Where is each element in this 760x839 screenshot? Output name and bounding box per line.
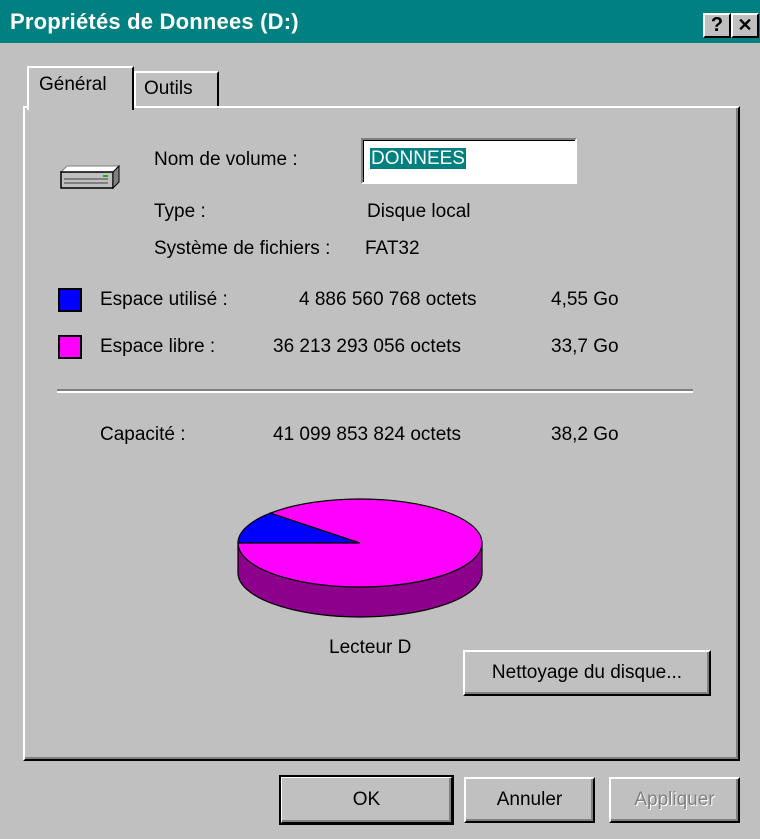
ok-label: OK (352, 789, 381, 810)
file-system-label: Système de fichiers : (154, 238, 331, 259)
tab-general[interactable]: Général (27, 66, 134, 110)
title-bar[interactable]: Propriétés de Donnees (D:) ? ✕ (0, 0, 760, 43)
hard-drive-icon (59, 164, 121, 190)
apply-button[interactable]: Appliquer (609, 777, 740, 823)
volume-name-input[interactable]: DONNEES (361, 138, 577, 184)
cancel-button[interactable]: Annuler (464, 777, 595, 823)
drive-label: Lecteur D (329, 637, 412, 658)
close-button[interactable]: ✕ (731, 13, 759, 38)
tab-joint (29, 105, 132, 109)
used-space-size: 4,55 Go (551, 289, 619, 310)
disk-cleanup-button[interactable]: Nettoyage du disque... (463, 650, 711, 696)
volume-name-label: Nom de volume : (154, 149, 298, 170)
help-button[interactable]: ? (703, 13, 731, 38)
window-title: Propriétés de Donnees (D:) (10, 9, 299, 34)
apply-label: Appliquer (634, 789, 715, 810)
type-label: Type : (154, 201, 206, 222)
tab-outils[interactable]: Outils (134, 71, 219, 107)
used-space-label: Espace utilisé : (100, 289, 228, 310)
cancel-label: Annuler (496, 789, 563, 810)
ok-button[interactable]: OK (279, 775, 454, 825)
free-space-bytes: 36 213 293 056 octets (273, 336, 462, 357)
tab-general-label: Général (39, 74, 107, 95)
properties-dialog: Propriétés de Donnees (D:) ? ✕ Général O… (0, 0, 760, 839)
disk-usage-pie-chart (237, 498, 483, 618)
free-space-size: 33,7 Go (551, 336, 619, 357)
file-system-value: FAT32 (365, 238, 420, 259)
tab-outils-label: Outils (144, 78, 193, 99)
close-icon: ✕ (737, 15, 753, 35)
separator (57, 389, 693, 393)
capacity-label: Capacité : (100, 424, 186, 445)
type-value: Disque local (367, 201, 471, 222)
disk-cleanup-label: Nettoyage du disque... (491, 662, 683, 683)
capacity-size: 38,2 Go (551, 424, 619, 445)
capacity-bytes: 41 099 853 824 octets (273, 424, 462, 445)
free-space-swatch (58, 335, 82, 359)
free-space-label: Espace libre : (100, 336, 216, 357)
pie-slice-free (237, 498, 483, 588)
used-space-bytes: 4 886 560 768 octets (299, 289, 477, 310)
used-space-swatch (58, 288, 82, 312)
volume-name-value: DONNEES (370, 148, 466, 169)
